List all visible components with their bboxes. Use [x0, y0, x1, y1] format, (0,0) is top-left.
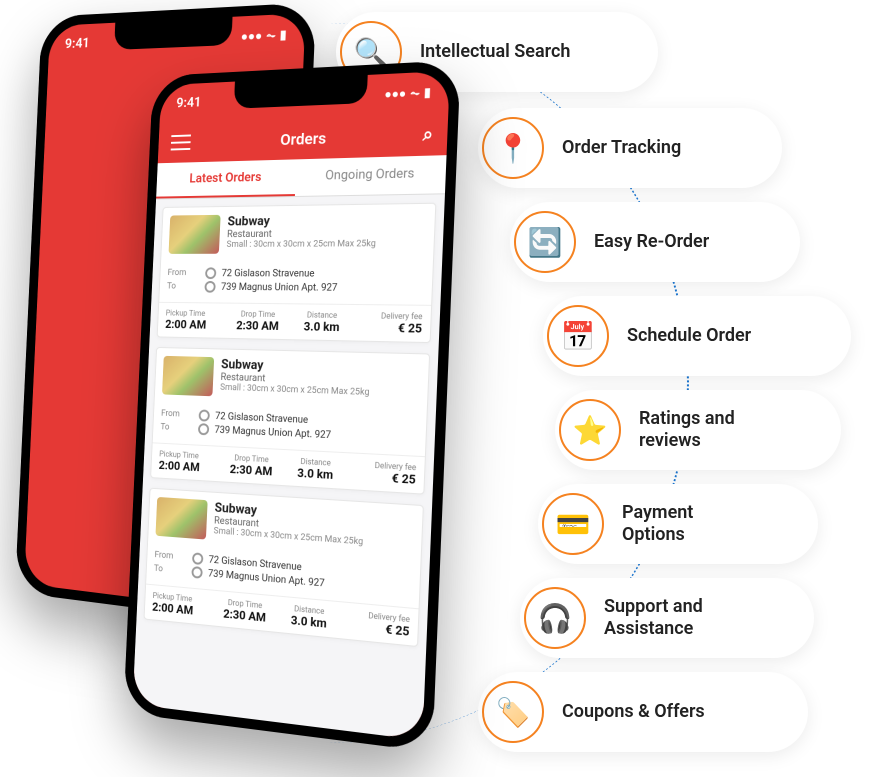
notch [114, 17, 233, 50]
feature-pill-ratings: ⭐ Ratings and reviews [555, 390, 841, 470]
feature-pill-reorder: 🔄 Easy Re-Order [510, 202, 800, 282]
route-dot-icon [204, 281, 215, 293]
status-indicators: ●●●⏦▮ [384, 85, 431, 102]
feature-label: Intellectual Search [420, 41, 570, 64]
notch [234, 75, 368, 109]
schedule-icon: 📅 [547, 305, 609, 367]
feature-label: Coupons & Offers [562, 701, 705, 724]
search-icon[interactable]: ⌕ [422, 123, 433, 145]
phone-front: 9:41 ●●●⏦▮ Orders ⌕ Latest Orders Ongoin… [123, 60, 460, 752]
feature-pill-schedule: 📅 Schedule Order [543, 296, 851, 376]
tab-latest-orders[interactable]: Latest Orders [156, 159, 296, 198]
fee-value: € 25 [354, 320, 422, 335]
to-address: 739 Magnus Union Apt. 927 [221, 282, 338, 294]
feature-pill-tracking: 📍 Order Tracking [478, 108, 782, 188]
page-title: Orders [280, 128, 327, 148]
feature-pill-payment: 💳 Payment Options [538, 484, 818, 564]
package-size: Small : 30cm x 30cm x 25cm Max 25kg [226, 239, 376, 250]
tab-ongoing-orders[interactable]: Ongoing Orders [295, 155, 447, 196]
status-time: 9:41 [65, 36, 90, 52]
distance-value: 3.0 km [289, 319, 355, 334]
route-dot-icon [205, 267, 216, 279]
order-list[interactable]: Subway Restaurant Small : 30cm x 30cm x … [133, 194, 445, 740]
feature-label: Schedule Order [627, 325, 751, 348]
merchant-name: Subway [227, 213, 377, 230]
status-time: 9:41 [176, 95, 202, 111]
status-indicators: ●●●⏦▮ [240, 27, 286, 44]
tracking-icon: 📍 [482, 117, 544, 179]
order-thumbnail [169, 215, 221, 254]
tabs: Latest Orders Ongoing Orders [156, 155, 446, 199]
order-card[interactable]: Subway Restaurant Small : 30cm x 30cm x … [150, 347, 430, 495]
order-card[interactable]: Subway Restaurant Small : 30cm x 30cm x … [157, 203, 437, 343]
pickup-value: 2:00 AM [165, 317, 227, 332]
reorder-icon: 🔄 [514, 211, 576, 273]
diagram-stage: 9:41 ●●●⏦▮ 9:41 ●●●⏦▮ Orders ⌕ Latest Or [0, 0, 869, 777]
payment-icon: 💳 [542, 493, 604, 555]
merchant-type: Restaurant [227, 228, 377, 240]
order-thumbnail [162, 356, 214, 396]
drop-value: 2:30 AM [226, 318, 290, 333]
ratings-icon: ⭐ [559, 399, 621, 461]
support-icon: 🎧 [524, 587, 586, 649]
app-page: Orders ⌕ Latest Orders Ongoing Orders [133, 112, 449, 740]
order-thumbnail [155, 497, 207, 540]
feature-label: Ratings and reviews [639, 408, 735, 453]
feature-label: Order Tracking [562, 137, 681, 160]
from-label: From [167, 268, 200, 278]
feature-pill-support: 🎧 Support and Assistance [520, 578, 814, 658]
menu-icon[interactable] [171, 134, 191, 150]
app-body: Latest Orders Ongoing Orders Subway Rest… [133, 155, 447, 740]
feature-label: Support and Assistance [604, 596, 703, 641]
order-card[interactable]: Subway Restaurant Small : 30cm x 30cm x … [144, 488, 424, 647]
feature-label: Easy Re-Order [594, 231, 709, 254]
coupons-icon: 🏷️ [482, 681, 544, 743]
to-label: To [167, 282, 200, 292]
feature-pill-coupons: 🏷️ Coupons & Offers [478, 672, 808, 752]
from-address: 72 Gislason Stravenue [221, 268, 314, 279]
feature-label: Payment Options [622, 502, 693, 547]
